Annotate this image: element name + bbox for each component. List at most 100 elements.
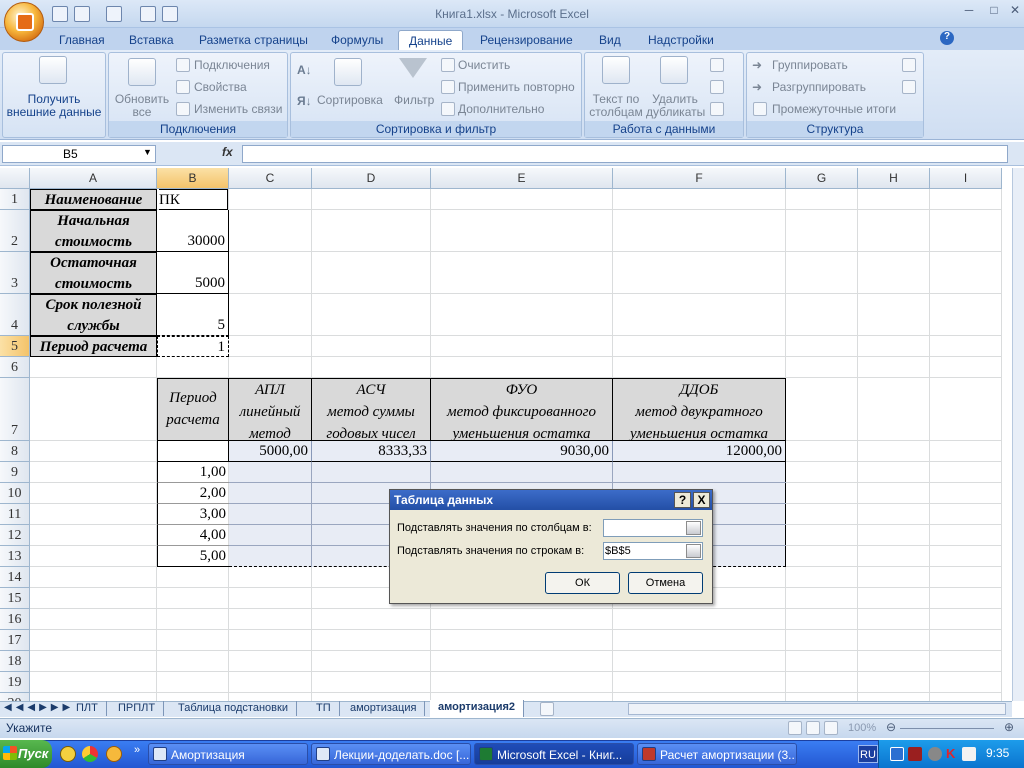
group-button[interactable]: Группировать	[772, 58, 848, 72]
cell-a4[interactable]: Срок полезной службы	[30, 294, 157, 336]
cell-b7[interactable]: Период расчета	[157, 378, 229, 441]
col-header-h[interactable]: H	[858, 168, 930, 189]
sheet-nav-arrows-icon[interactable]: ◀◀◀▶▶▶	[4, 702, 74, 713]
tray-volume-icon[interactable]	[928, 747, 942, 761]
cell-a3[interactable]: Остаточная стоимость	[30, 252, 157, 294]
data-validation-icon[interactable]	[710, 58, 724, 72]
tab-insert[interactable]: Вставка	[119, 30, 184, 50]
col-header-i[interactable]: I	[930, 168, 1002, 189]
col-header-c[interactable]: C	[229, 168, 312, 189]
zoom-out-icon[interactable]: ⊖	[886, 720, 896, 734]
cell-d7[interactable]: АСЧ метод суммы годовых чисел	[311, 378, 431, 441]
select-all-corner[interactable]	[0, 168, 30, 189]
tray-network-icon[interactable]	[962, 747, 976, 761]
insert-sheet-icon[interactable]	[540, 702, 554, 716]
col-header-g[interactable]: G	[786, 168, 858, 189]
row-range-picker-icon[interactable]	[686, 544, 701, 558]
language-indicator[interactable]: RU	[858, 745, 878, 763]
tab-data[interactable]: Данные	[398, 30, 464, 50]
maximize-icon[interactable]: □	[985, 3, 1003, 17]
sheet-tab-amortization[interactable]: амортизация	[342, 701, 426, 716]
col-header-e[interactable]: E	[431, 168, 613, 189]
row-header-16[interactable]: 16	[0, 609, 30, 630]
sort-button[interactable]: Сортировка	[317, 93, 383, 107]
row-header-7[interactable]: 7	[0, 378, 30, 441]
cancel-button[interactable]: Отмена	[628, 572, 703, 594]
cell-b11[interactable]: 3,00	[157, 504, 229, 525]
page-break-view-icon[interactable]	[824, 721, 838, 735]
page-layout-view-icon[interactable]	[806, 721, 820, 735]
taskbar-item-excel[interactable]: Microsoft Excel - Книг...	[474, 743, 634, 765]
row-header-19[interactable]: 19	[0, 672, 30, 693]
row-header-14[interactable]: 14	[0, 567, 30, 588]
cell-c7[interactable]: АПЛ линейный метод	[228, 378, 312, 441]
cell-f7[interactable]: ДДОБ метод двукратного уменьшения остатк…	[612, 378, 786, 441]
tab-formulas[interactable]: Формулы	[321, 30, 393, 50]
cell-b10[interactable]: 2,00	[157, 483, 229, 504]
row-header-2[interactable]: 2	[0, 210, 30, 252]
reapply-button[interactable]: Применить повторно	[458, 80, 575, 94]
formula-input[interactable]	[242, 145, 1008, 163]
edit-links-button[interactable]: Изменить связи	[194, 102, 282, 116]
tray-app-icon[interactable]	[890, 747, 904, 761]
sort-az-icon[interactable]: А↓	[297, 63, 312, 77]
row-header-13[interactable]: 13	[0, 546, 30, 567]
minimize-icon[interactable]: ─	[960, 3, 978, 17]
row-header-12[interactable]: 12	[0, 525, 30, 546]
connections-button[interactable]: Подключения	[194, 58, 270, 72]
get-external-data-button[interactable]: Получить внешние данные	[5, 93, 103, 119]
name-box[interactable]: B5	[2, 145, 156, 163]
normal-view-icon[interactable]	[788, 721, 802, 735]
quicklaunch-icon[interactable]	[60, 746, 76, 762]
row-header-6[interactable]: 6	[0, 357, 30, 378]
tab-view[interactable]: Вид	[589, 30, 631, 50]
consolidate-icon[interactable]	[710, 80, 724, 94]
ungroup-button[interactable]: Разгруппировать	[772, 80, 866, 94]
row-header-5[interactable]: 5	[0, 336, 30, 357]
tab-page-layout[interactable]: Разметка страницы	[189, 30, 318, 50]
zoom-slider[interactable]	[900, 728, 994, 729]
cell-b2[interactable]: 30000	[157, 210, 229, 252]
help-icon[interactable]: ?	[940, 31, 954, 45]
quicklaunch-more-icon[interactable]: »	[134, 744, 140, 756]
row-header-18[interactable]: 18	[0, 651, 30, 672]
remove-duplicates-button[interactable]: Удалить дубликаты	[646, 93, 705, 119]
ok-button[interactable]: ОК	[545, 572, 620, 594]
column-input-field[interactable]	[603, 519, 703, 537]
worksheet-grid[interactable]: A B C D E F G H I 1 2 3 4 5 6 7 8 9 10 1…	[0, 168, 1012, 702]
cell-b1[interactable]: ПК	[159, 189, 228, 210]
filter-button[interactable]: Фильтр	[394, 93, 434, 107]
sort-za-icon[interactable]: Я↓	[297, 94, 312, 108]
col-header-d[interactable]: D	[312, 168, 431, 189]
refresh-all-button[interactable]: Обновить все	[113, 93, 171, 119]
taskbar-item-word[interactable]: Лекции-доделать.doc [...	[311, 743, 471, 765]
sheet-tab-prplt[interactable]: ПРПЛТ	[110, 701, 165, 716]
horizontal-scrollbar[interactable]	[628, 703, 1006, 715]
row-input-field[interactable]: $B$5	[603, 542, 703, 560]
vertical-scrollbar[interactable]	[1012, 168, 1024, 701]
col-header-f[interactable]: F	[613, 168, 786, 189]
row-header-9[interactable]: 9	[0, 462, 30, 483]
row-header-4[interactable]: 4	[0, 294, 30, 336]
taskbar-item-folder[interactable]: Амортизация	[148, 743, 308, 765]
cell-a5[interactable]: Период расчета	[30, 336, 157, 357]
properties-button[interactable]: Свойства	[194, 80, 247, 94]
tab-addins[interactable]: Надстройки	[638, 30, 724, 50]
zoom-in-icon[interactable]: ⊕	[1004, 720, 1014, 734]
fx-icon[interactable]: fx	[222, 145, 233, 159]
cell-f8[interactable]: 12000,00	[613, 441, 786, 462]
clear-button[interactable]: Очистить	[458, 58, 510, 72]
row-header-10[interactable]: 10	[0, 483, 30, 504]
dialog-close-button[interactable]: X	[693, 492, 710, 508]
cell-b13[interactable]: 5,00	[157, 546, 229, 567]
show-detail-icon[interactable]	[902, 58, 916, 72]
column-range-picker-icon[interactable]	[686, 521, 701, 535]
row-header-17[interactable]: 17	[0, 630, 30, 651]
close-icon[interactable]: ✕	[1006, 3, 1024, 17]
col-header-a[interactable]: A	[30, 168, 157, 189]
name-box-dropdown-icon[interactable]: ▼	[143, 147, 152, 157]
dialog-help-button[interactable]: ?	[674, 492, 691, 508]
cell-e7[interactable]: ФУО метод фиксированного уменьшения оста…	[430, 378, 613, 441]
cell-e8[interactable]: 9030,00	[431, 441, 613, 462]
sheet-tab-amortization2[interactable]: амортизация2	[430, 700, 525, 717]
